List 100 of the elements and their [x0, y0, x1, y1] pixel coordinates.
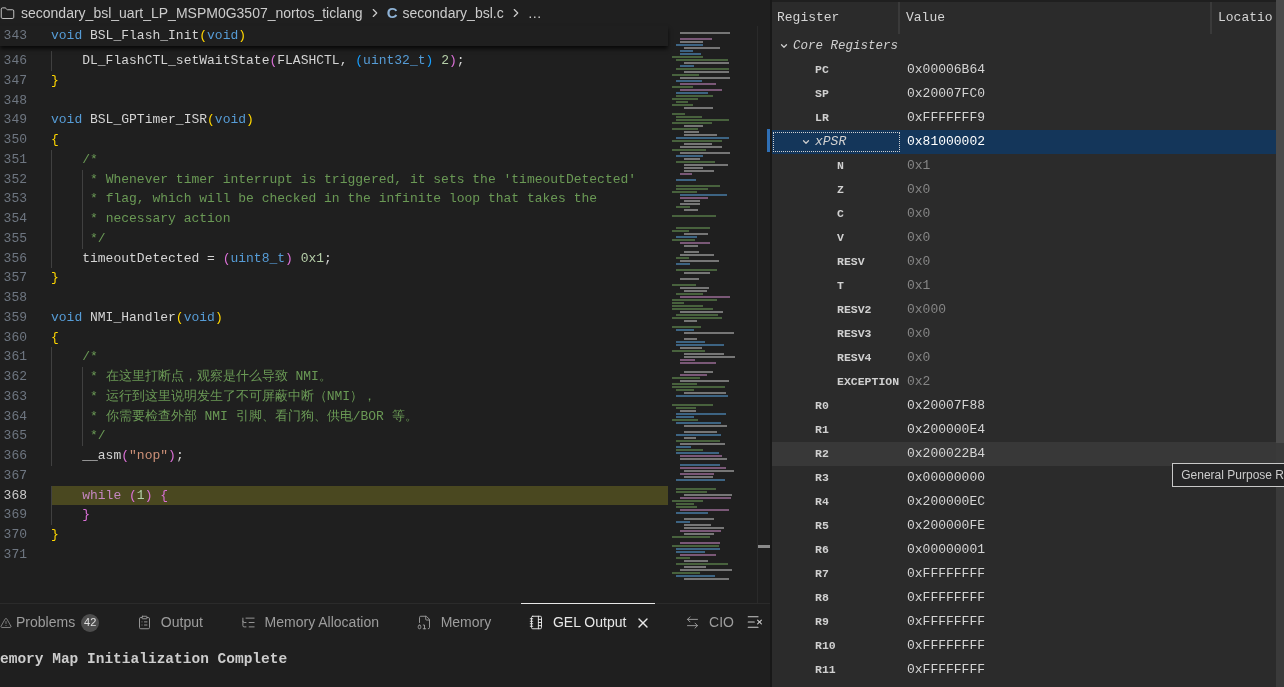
column-header[interactable]: Value: [906, 8, 945, 28]
tooltip: General Purpose R: [1172, 463, 1284, 487]
register-name: R1: [815, 422, 829, 439]
register-value: 0x2: [906, 373, 931, 392]
code-line: }: [51, 71, 60, 90]
code-line: * Whenever timer interrupt is triggered, it sets the 'timeoutDetected': [51, 169, 668, 190]
register-name: EXCEPTION: [837, 374, 900, 391]
register-name: RESV: [837, 254, 865, 271]
register-value: 0x000: [906, 301, 946, 320]
register-name: PC: [815, 62, 829, 79]
scrollbar[interactable]: [1276, 0, 1284, 687]
code-line: * 在这里打断点，观察是什么导致 NMI。: [51, 367, 668, 387]
line-number: 354: [2, 210, 27, 228]
selected-row[interactable]: xPSR 0x81000002: [772, 130, 1276, 154]
code-line: void BSL_GPTimer_ISR(void): [51, 111, 255, 130]
register-value: 0x200022B4: [906, 445, 985, 464]
register-value: 0x200000E4: [906, 421, 985, 440]
register-value: 0xFFFFFFFF: [906, 661, 985, 680]
register-name: R8: [815, 590, 829, 607]
file-digits-icon: [416, 615, 432, 630]
code-line: }: [51, 269, 60, 288]
register-value: 0x00006B64: [906, 61, 985, 80]
code-line: */: [51, 228, 668, 249]
line-number: 371: [2, 545, 27, 564]
warning-triangle-icon: [0, 616, 12, 629]
clipboard-list-icon: [136, 615, 152, 630]
line-number: 346: [2, 52, 27, 70]
register-name: R10: [815, 638, 836, 655]
breadcrumb-item[interactable]: secondary_bsl_uart_LP_MSPM0G3507_nortos_ticlang: [21, 2, 363, 24]
panel-tab[interactable]: CIO: [677, 603, 742, 641]
register-name: T: [837, 278, 844, 295]
code-line: timeoutDetected = (uint8_t) 0x1;: [51, 248, 668, 269]
panel-tab[interactable]: Output: [128, 603, 211, 641]
register-value: 0x20007F88: [906, 397, 985, 416]
list-x-icon[interactable]: [746, 613, 764, 631]
code-line: * necessary action: [51, 209, 668, 229]
register-name: R11: [815, 662, 836, 679]
code-line: __asm("nop");: [51, 446, 668, 466]
line-number: 359: [2, 308, 27, 327]
chevron-down-icon[interactable]: [779, 41, 789, 51]
line-number: 343: [2, 27, 27, 45]
register-value: 0x0: [906, 181, 931, 200]
register-value: 0x0: [906, 253, 931, 272]
line-number: 361: [2, 348, 27, 367]
breadcrumb-item[interactable]: secondary_bsl.c: [402, 2, 504, 24]
register-value: 0xFFFFFFFF: [906, 637, 985, 656]
folder-icon: [0, 5, 15, 21]
panel-tab[interactable]: Problems 42: [0, 603, 108, 641]
register-value: 0x1: [906, 277, 931, 296]
register-name: R4: [815, 494, 829, 511]
line-number: 364: [2, 407, 27, 426]
register-name: LR: [815, 110, 829, 127]
register-name: xPSR: [815, 133, 847, 152]
hovered-row[interactable]: R2 0x200022B4: [772, 442, 1276, 466]
register-value: 0x20007FC0: [906, 85, 985, 104]
register-name: RESV2: [837, 302, 872, 319]
line-number: 355: [2, 229, 27, 248]
chevron-down-icon[interactable]: [801, 137, 811, 147]
line-number: 369: [2, 506, 27, 525]
c-file-icon: C: [386, 1, 398, 25]
register-name: RESV3: [837, 326, 872, 343]
register-value: 0x200000EC: [906, 493, 985, 512]
register-value: 0x200000FE: [906, 517, 985, 536]
line-number: 356: [2, 249, 27, 268]
line-number: 353: [2, 190, 27, 209]
line-number: 367: [2, 466, 27, 485]
register-value: 0xFFFFFFFF: [906, 565, 985, 584]
line-number: 363: [2, 387, 27, 406]
count-badge: 42: [81, 613, 100, 632]
panel-tab[interactable]: Memory: [408, 603, 500, 641]
code-line: /*: [51, 149, 668, 170]
line-number: 351: [2, 150, 27, 169]
register-name: R7: [815, 566, 829, 583]
register-name: R3: [815, 470, 829, 487]
register-name: RESV4: [837, 350, 872, 367]
code-line: {: [51, 131, 60, 149]
column-header[interactable]: Register: [777, 8, 840, 28]
group-label[interactable]: Core Registers: [793, 36, 899, 56]
register-name: Z: [837, 182, 844, 199]
panel-tab[interactable]: GEL Output: [520, 603, 656, 641]
panel-tab[interactable]: Memory Allocation: [232, 603, 387, 641]
line-number: 347: [2, 71, 27, 90]
register-value: 0xFFFFFFF9: [906, 109, 985, 128]
line-number: 368: [2, 486, 27, 505]
register-name: C: [837, 206, 844, 223]
code-line: }: [51, 526, 60, 544]
arrows-left-right-icon: [685, 615, 701, 630]
line-number: 362: [2, 368, 27, 386]
breadcrumb-item[interactable]: …: [527, 2, 542, 24]
line-number: 348: [2, 91, 27, 110]
register-value: 0x81000002: [906, 133, 985, 152]
list-tree-icon: [240, 615, 256, 630]
column-header[interactable]: Locatio: [1218, 8, 1273, 28]
register-value: 0x1: [906, 157, 931, 176]
register-name: V: [837, 230, 844, 247]
register-name: SP: [815, 86, 829, 103]
line-number: 370: [2, 526, 27, 544]
register-value: 0xFFFFFFFF: [906, 589, 985, 608]
line-number: 357: [2, 269, 27, 288]
register-value: 0x00000000: [906, 469, 985, 488]
